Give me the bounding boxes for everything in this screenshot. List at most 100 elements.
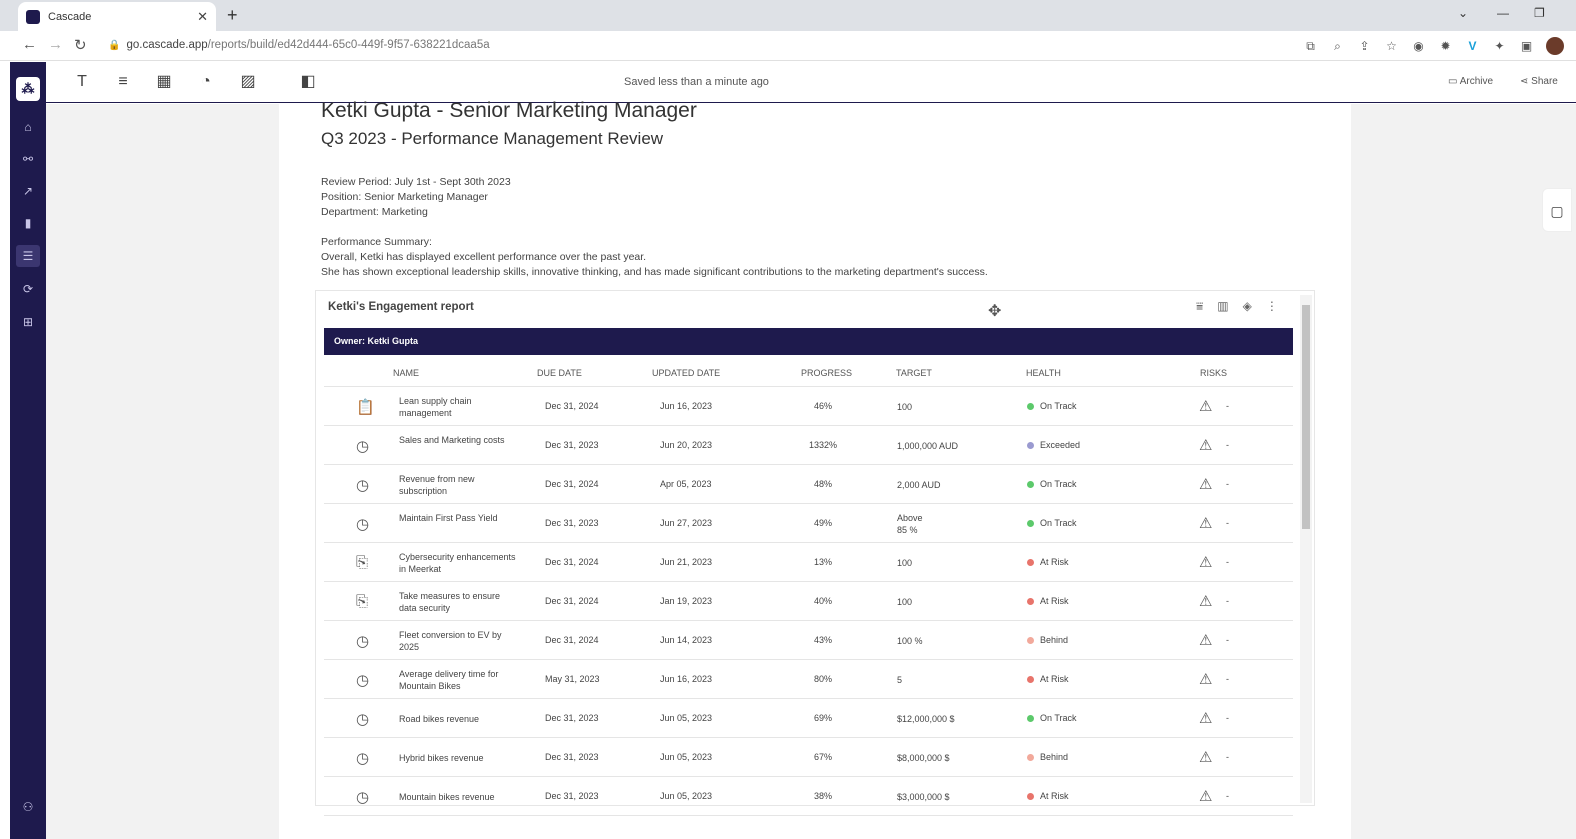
bookmark-star-icon[interactable]: ☆ — [1384, 39, 1399, 54]
warning-icon[interactable]: ⚠ — [1199, 397, 1212, 415]
table-row[interactable]: ⎘ Take measures to ensure data security De… — [324, 582, 1293, 621]
table-row[interactable]: 📋 Lean supply chain management Dec 31, 202… — [324, 387, 1293, 426]
table-row[interactable]: ◷ Maintain First Pass Yield Dec 31, 2023 Ju… — [324, 504, 1293, 543]
chevron-down-icon[interactable]: ⌄ — [1458, 6, 1468, 20]
user-settings-icon[interactable]: ⚇ — [16, 796, 40, 818]
review-period[interactable]: Review Period: July 1st - Sept 30th 2023 — [321, 176, 511, 188]
row-name[interactable]: Lean supply chain management — [399, 395, 519, 419]
home-icon[interactable]: ⌂ — [16, 116, 40, 138]
strategy-icon[interactable]: ⚯ — [16, 148, 40, 170]
columns-icon[interactable]: ▥ — [1217, 299, 1228, 314]
summary-heading[interactable]: Performance Summary: — [321, 236, 432, 248]
archive-button[interactable]: ▭ Archive — [1448, 76, 1493, 87]
health-dot — [1027, 441, 1034, 449]
share-page-icon[interactable]: ⇪ — [1357, 39, 1372, 54]
layout-toggle-icon[interactable]: ◧ — [298, 72, 318, 92]
table-row[interactable]: ◷ Mountain bikes revenue Dec 31, 2023 Jun 0… — [324, 777, 1293, 816]
comment-icon[interactable]: ▢ — [1542, 188, 1572, 232]
sync-icon[interactable]: ⟳ — [16, 278, 40, 300]
engagement-report-widget[interactable]: Ketki's Engagement report ✥ ⩸ ▥ ◈ ⋮ Owne… — [315, 290, 1315, 816]
warning-icon[interactable]: ⚠ — [1199, 475, 1212, 493]
health-label: At Risk — [1040, 557, 1069, 567]
warning-icon[interactable]: ⚠ — [1199, 670, 1212, 688]
table-row[interactable]: ◷ Hybrid bikes revenue Dec 31, 2023 Jun 05,… — [324, 738, 1293, 777]
row-name[interactable]: Fleet conversion to EV by 2025 — [399, 629, 519, 653]
col-due-date[interactable]: DUE DATE — [537, 368, 582, 378]
more-options-icon[interactable]: ⋮ — [1266, 299, 1278, 314]
col-target[interactable]: TARGET — [896, 368, 932, 378]
metrics-icon[interactable]: ▮ — [16, 212, 40, 234]
summary-line-2[interactable]: She has shown exceptional leadership ski… — [321, 266, 988, 278]
table-row[interactable]: ⎘ Cybersecurity enhancements in Meerkat De… — [324, 543, 1293, 582]
open-in-icon[interactable]: ⧉ — [1303, 39, 1318, 54]
new-tab-icon[interactable]: + — [227, 5, 238, 26]
table-row[interactable]: ◷ Fleet conversion to EV by 2025 Dec 31, 2… — [324, 621, 1293, 660]
restore-icon[interactable]: ❐ — [1534, 6, 1545, 20]
row-due-date: Dec 31, 2024 — [545, 401, 599, 411]
col-name[interactable]: NAME — [393, 368, 419, 378]
warning-icon[interactable]: ⚠ — [1199, 709, 1212, 727]
table-row[interactable]: ◷ Revenue from new subscription Dec 31, 20… — [324, 465, 1293, 504]
row-name[interactable]: Take measures to ensure data security — [399, 590, 519, 614]
filter-icon[interactable]: ⩸ — [1196, 299, 1203, 314]
archive-label: Archive — [1459, 76, 1494, 87]
extension-badge-icon[interactable]: ✹ — [1438, 39, 1453, 54]
url-field[interactable]: 🔒 go.cascade.app/reports/build/ed42d444-6… — [108, 39, 490, 51]
table-row[interactable]: ◷ Average delivery time for Mountain Bike… — [324, 660, 1293, 699]
row-name[interactable]: Mountain bikes revenue — [399, 791, 519, 803]
scrollbar-thumb[interactable] — [1302, 305, 1310, 529]
chart-tool-icon[interactable]: ◔ — [196, 72, 216, 92]
position[interactable]: Position: Senior Marketing Manager — [321, 191, 488, 203]
reload-icon[interactable]: ↻ — [74, 36, 87, 54]
row-progress: 80% — [813, 674, 832, 684]
forward-icon[interactable]: → — [48, 36, 63, 53]
table-row[interactable]: ◷ Sales and Marketing costs Dec 31, 2023 Ju… — [324, 426, 1293, 465]
table-tool-icon[interactable]: ▦ — [154, 72, 174, 92]
col-risks[interactable]: RISKS — [1200, 368, 1227, 378]
row-name[interactable]: Sales and Marketing costs — [399, 434, 519, 446]
profile-avatar[interactable] — [1546, 37, 1564, 55]
col-health[interactable]: HEALTH — [1026, 368, 1061, 378]
warning-icon[interactable]: ⚠ — [1199, 514, 1212, 532]
warning-icon[interactable]: ⚠ — [1199, 553, 1212, 571]
summary-line-1[interactable]: Overall, Ketki has displayed excellent p… — [321, 251, 646, 263]
table-row[interactable]: ◷ Road bikes revenue Dec 31, 2023 Jun 05, 2… — [324, 699, 1293, 738]
layers-icon[interactable]: ◈ — [1243, 299, 1252, 314]
zoom-icon[interactable]: ⌕ — [1330, 39, 1345, 54]
row-name[interactable]: Road bikes revenue — [399, 713, 519, 725]
health-label: Exceeded — [1040, 440, 1081, 450]
widget-scrollbar[interactable] — [1300, 295, 1312, 803]
puzzle-icon[interactable]: ✦ — [1492, 39, 1507, 54]
side-panel-icon[interactable]: ▣ — [1519, 39, 1534, 54]
row-name[interactable]: Revenue from new subscription — [399, 473, 519, 497]
report-subtitle[interactable]: Q3 2023 - Performance Management Review — [321, 129, 663, 149]
warning-icon[interactable]: ⚠ — [1199, 748, 1212, 766]
paragraph-tool-icon[interactable]: ≡ — [113, 72, 133, 92]
warning-icon[interactable]: ⚠ — [1199, 787, 1212, 805]
back-icon[interactable]: ← — [22, 36, 37, 53]
trend-icon[interactable]: ↗ — [16, 180, 40, 202]
cascade-logo-icon[interactable]: ⁂ — [16, 77, 40, 101]
org-chart-icon[interactable]: ⊞ — [16, 311, 40, 333]
camera-icon[interactable]: ◉ — [1411, 39, 1426, 54]
row-name[interactable]: Maintain First Pass Yield — [399, 512, 519, 524]
move-handle-icon[interactable]: ✥ — [988, 301, 1001, 321]
browser-tab[interactable]: Cascade ✕ — [18, 2, 216, 31]
image-tool-icon[interactable]: ▨ — [238, 72, 258, 92]
col-updated-date[interactable]: UPDATED DATE — [652, 368, 720, 378]
text-tool-icon[interactable]: T — [72, 72, 92, 92]
minimize-icon[interactable]: — — [1497, 6, 1509, 20]
reports-icon[interactable]: ☰ — [16, 245, 40, 267]
row-name[interactable]: Cybersecurity enhancements in Meerkat — [399, 551, 519, 575]
warning-icon[interactable]: ⚠ — [1199, 592, 1212, 610]
vimeo-icon[interactable]: V — [1465, 39, 1480, 54]
close-tab-icon[interactable]: ✕ — [197, 9, 208, 25]
report-title[interactable]: Ketki Gupta - Senior Marketing Manager — [321, 99, 697, 123]
department[interactable]: Department: Marketing — [321, 206, 428, 218]
row-name[interactable]: Average delivery time for Mountain Bikes — [399, 668, 519, 692]
warning-icon[interactable]: ⚠ — [1199, 436, 1212, 454]
col-progress[interactable]: PROGRESS — [801, 368, 852, 378]
share-button[interactable]: ⋖ Share — [1520, 76, 1558, 87]
row-name[interactable]: Hybrid bikes revenue — [399, 752, 519, 764]
warning-icon[interactable]: ⚠ — [1199, 631, 1212, 649]
